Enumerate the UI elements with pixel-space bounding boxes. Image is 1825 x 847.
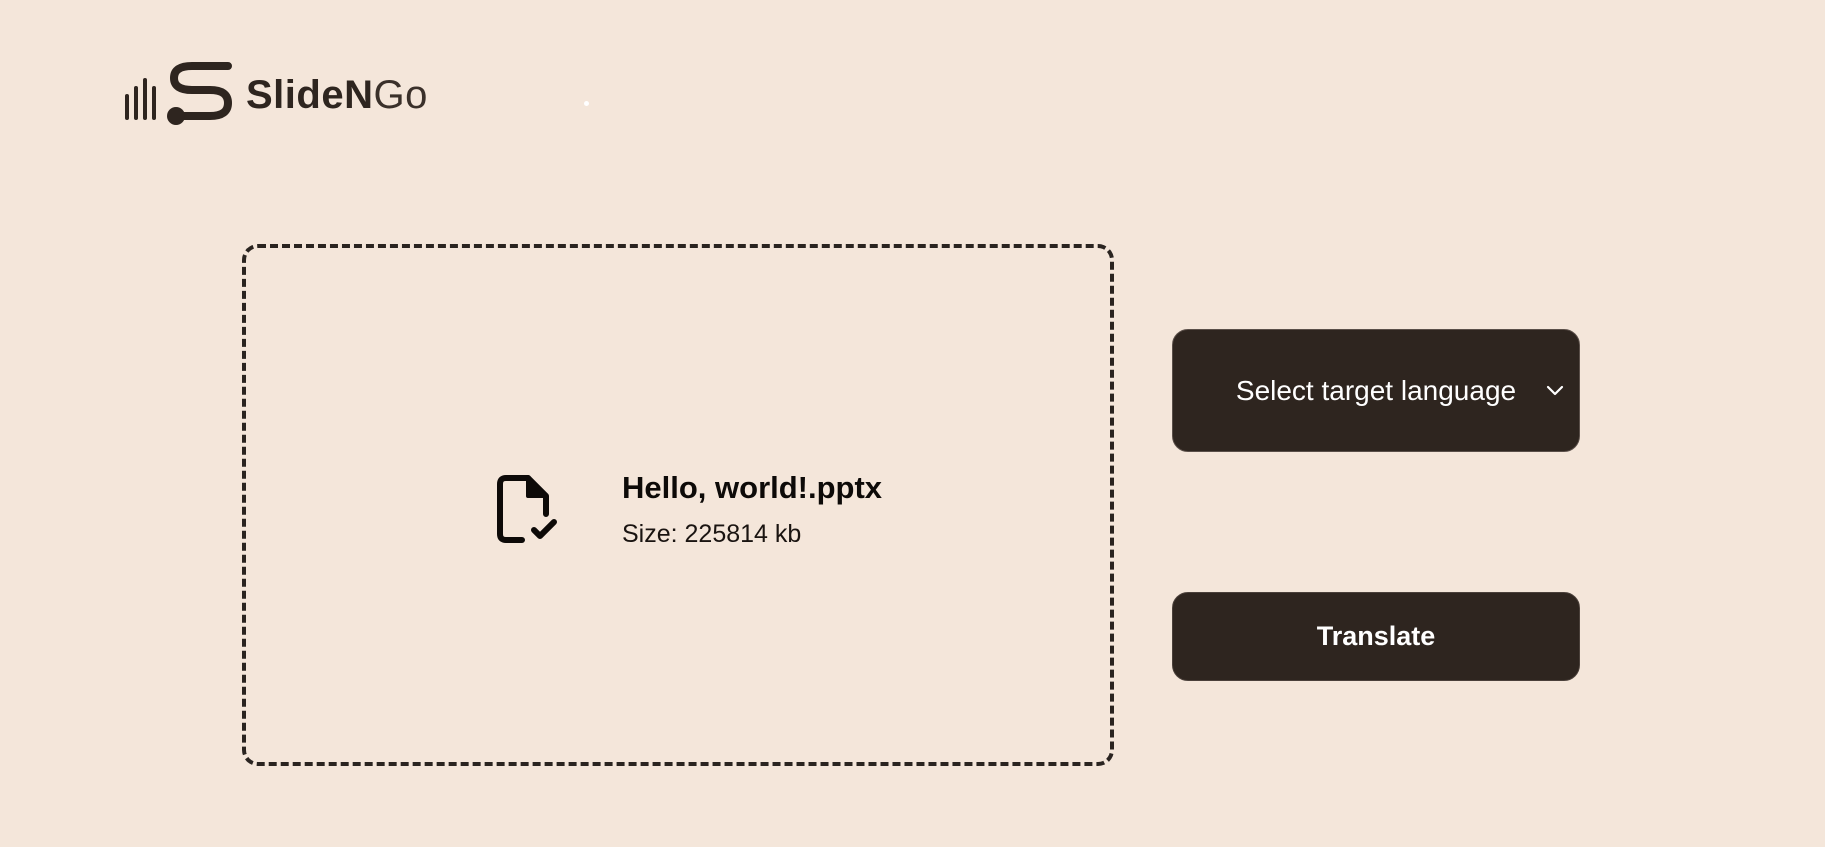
file-dropzone[interactable]: Hello, world!.pptx Size: 225814 kb <box>242 244 1114 766</box>
file-check-icon <box>497 475 557 543</box>
slidengo-logo-icon <box>125 62 232 125</box>
brand-name-bold: SlideN <box>246 73 374 117</box>
file-size: Size: 225814 kb <box>622 520 802 548</box>
brand-name: SlideNGo <box>246 75 428 115</box>
chevron-down-icon <box>1546 385 1564 395</box>
target-language-label: Select target language <box>1235 374 1517 406</box>
decorative-dot <box>584 101 589 106</box>
translate-button[interactable]: Translate <box>1172 592 1580 681</box>
target-language-select[interactable]: Select target language <box>1172 329 1580 452</box>
brand-name-light: Go <box>373 73 428 117</box>
file-name: Hello, world!.pptx <box>622 470 883 505</box>
brand-logo[interactable]: SlideNGo <box>124 60 428 130</box>
